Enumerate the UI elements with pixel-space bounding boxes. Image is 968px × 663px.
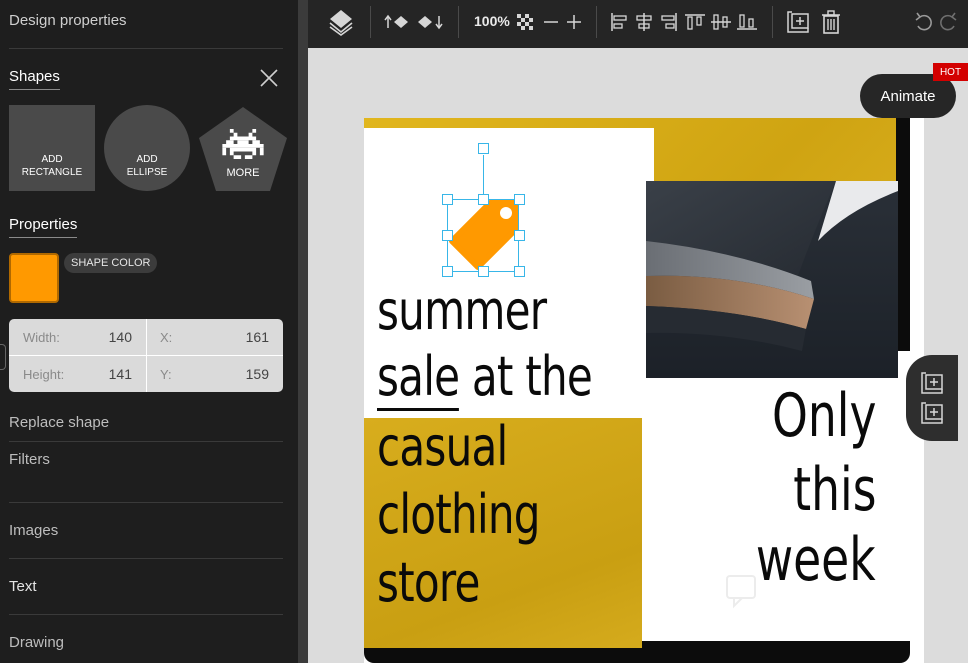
height-label: Height: (23, 366, 65, 382)
sidebar-scrollbar[interactable] (298, 0, 308, 663)
width-label: Width: (23, 329, 60, 345)
x-value: 161 (245, 329, 269, 345)
add-rectangle-button[interactable]: ADD RECTANGLE (9, 105, 95, 191)
menu-item-text[interactable]: Text (9, 578, 37, 595)
right-line-this[interactable]: this (793, 460, 876, 520)
opacity-icon[interactable] (514, 8, 536, 36)
more-shapes-button[interactable]: MORE (197, 105, 289, 193)
zoom-out-icon[interactable] (542, 8, 560, 36)
divider (458, 6, 459, 38)
add-rectangle-line1: ADD (41, 154, 63, 165)
divider (9, 355, 283, 356)
divider (772, 6, 773, 38)
design-properties-panel: Design properties Shapes ADD RECTANGLE A… (0, 0, 298, 663)
x-field[interactable]: X: 161 (146, 319, 283, 355)
resize-handle-n[interactable] (478, 194, 489, 205)
menu-item-images[interactable]: Images (9, 522, 58, 539)
resize-handle-sw[interactable] (442, 266, 453, 277)
undo-icon[interactable] (914, 8, 934, 36)
height-value: 141 (108, 366, 132, 382)
duplicate-page-icon[interactable] (920, 401, 944, 425)
close-icon[interactable] (258, 67, 280, 89)
resize-handle-w[interactable] (442, 230, 453, 241)
x-label: X: (160, 329, 173, 345)
headline-line-sale[interactable]: sale at the (377, 345, 593, 411)
dimensions-panel: Width: 140 X: 161 Height: 141 Y: 159 (9, 319, 283, 392)
panel-title: Design properties (9, 12, 127, 29)
headline-words-at-the: at the (471, 345, 593, 408)
headline-line-store[interactable]: store (377, 556, 480, 610)
space-invader-icon (222, 129, 264, 159)
filters-item[interactable]: Filters (9, 451, 50, 468)
align-center-icon[interactable] (634, 8, 654, 36)
resize-handle-se[interactable] (514, 266, 525, 277)
add-page-icon[interactable] (920, 371, 944, 395)
resize-handle-nw[interactable] (442, 194, 453, 205)
y-field[interactable]: Y: 159 (146, 356, 283, 392)
redo-icon[interactable] (938, 8, 958, 36)
hot-badge: HOT (933, 63, 968, 81)
add-ellipse-line2: ELLIPSE (126, 167, 168, 178)
align-right-icon[interactable] (658, 8, 678, 36)
duplicate-icon[interactable] (786, 8, 810, 36)
align-middle-icon[interactable] (710, 8, 732, 36)
divider (9, 48, 283, 49)
width-field[interactable]: Width: 140 (9, 319, 146, 355)
rotation-line (483, 155, 484, 199)
headline-line-summer[interactable]: summer (377, 284, 547, 338)
resize-handle-ne[interactable] (514, 194, 525, 205)
page-tools (906, 355, 958, 441)
resize-handle-s[interactable] (478, 266, 489, 277)
rotate-handle[interactable] (478, 143, 489, 154)
divider (9, 441, 283, 442)
layers-icon[interactable] (328, 8, 354, 36)
shape-color-label[interactable]: SHAPE COLOR (64, 253, 158, 273)
divider (9, 614, 283, 615)
divider (370, 6, 371, 38)
height-field[interactable]: Height: 141 (9, 356, 146, 392)
zoom-in-icon[interactable] (565, 8, 583, 36)
divider (9, 502, 283, 503)
properties-section-label: Properties (9, 216, 78, 238)
shapes-section-label: Shapes (9, 68, 60, 90)
headline-line-clothing[interactable]: clothing (377, 488, 541, 542)
add-rectangle-line2: RECTANGLE (21, 167, 83, 178)
replace-shape-item[interactable]: Replace shape (9, 414, 109, 431)
align-top-icon[interactable] (684, 8, 706, 36)
delete-icon[interactable] (820, 8, 842, 36)
divider (9, 558, 283, 559)
dimension-lock-handle[interactable] (0, 344, 6, 370)
top-toolbar: 100% (308, 0, 968, 48)
width-value: 140 (108, 329, 132, 345)
headline-line-casual[interactable]: casual (377, 420, 508, 474)
send-backward-icon[interactable] (416, 8, 444, 36)
right-line-only[interactable]: Only (772, 386, 876, 446)
watermark-logo-icon (726, 575, 756, 609)
price-tag-shape[interactable] (446, 199, 520, 273)
clothing-photo[interactable] (646, 181, 898, 378)
y-label: Y: (160, 366, 172, 382)
headline-word-sale: sale (377, 345, 460, 411)
watermark (724, 572, 924, 612)
divider (596, 6, 597, 38)
menu-item-drawing[interactable]: Drawing (9, 634, 64, 651)
bring-forward-icon[interactable] (384, 8, 410, 36)
zoom-level[interactable]: 100% (474, 13, 510, 29)
shape-color-swatch[interactable] (9, 253, 59, 303)
y-value: 159 (245, 366, 269, 382)
add-ellipse-button[interactable]: ADD ELLIPSE (104, 105, 190, 191)
align-bottom-icon[interactable] (736, 8, 758, 36)
align-left-icon[interactable] (610, 8, 630, 36)
add-ellipse-line1: ADD (136, 154, 158, 165)
resize-handle-e[interactable] (514, 230, 525, 241)
more-shapes-label: MORE (226, 167, 260, 179)
